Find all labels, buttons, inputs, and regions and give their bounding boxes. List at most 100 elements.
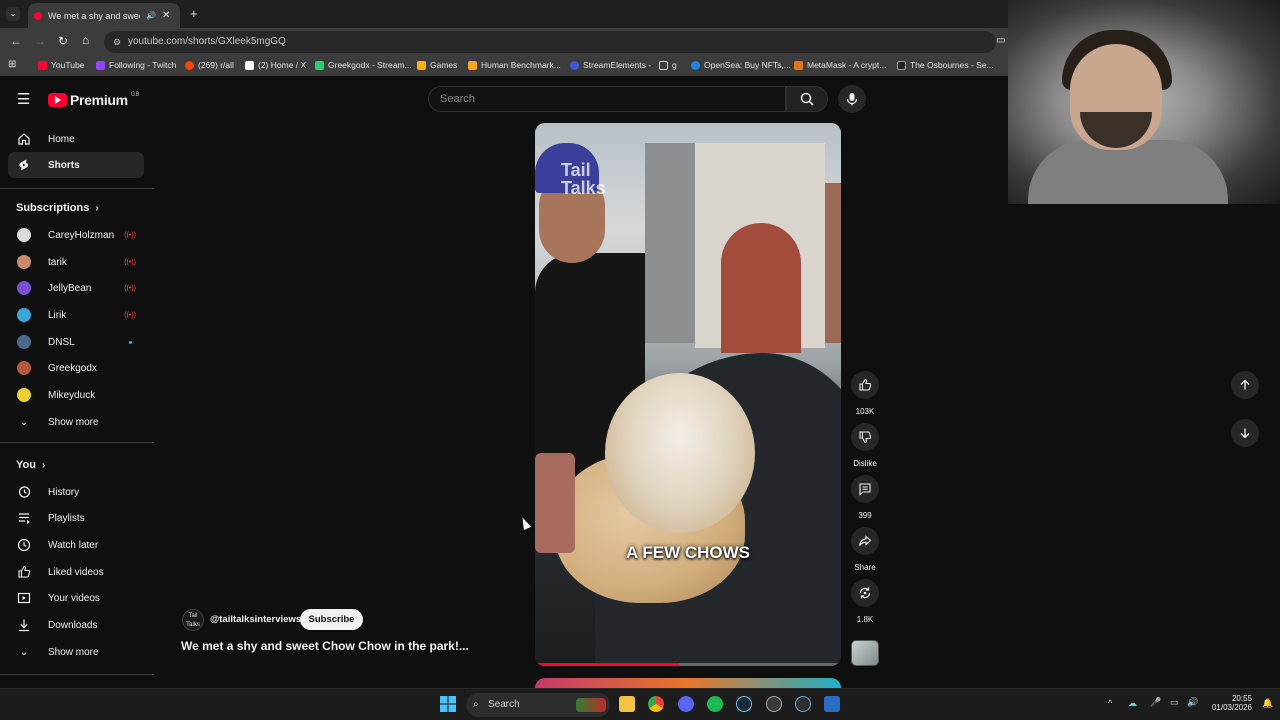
back-icon[interactable]: ← [10,34,22,48]
comments-action: 399 [851,475,879,520]
show-more-subscriptions[interactable]: ⌄ Show more [8,409,144,435]
discord-icon[interactable] [678,696,694,712]
video-title[interactable]: We met a shy and sweet Chow Chow in the … [181,639,469,653]
taskbar-search[interactable]: ⌕ Search [466,693,610,717]
search-input[interactable]: Search [428,86,786,112]
avatar [17,308,31,322]
clock[interactable]: 20:55 01/03/2026 [1200,694,1252,712]
sidebar-item-jellybean[interactable]: JellyBean ((•)) [8,275,144,301]
channel-name[interactable]: @tailtalksinterviews [210,614,301,625]
progress-bar[interactable] [535,663,679,666]
sidebar-item-your-videos[interactable]: Your videos [8,585,144,611]
address-bar[interactable]: ⚙ youtube.com/shorts/GXleek5mgGQ [104,31,996,53]
dog-head [605,373,755,533]
short-video-player[interactable]: Tail Talks A FEW CHOWS [535,123,841,666]
forward-icon[interactable]: → [34,34,46,48]
like-button[interactable] [851,371,879,399]
sidebar-item-downloads[interactable]: Downloads [8,612,144,638]
sidebar-item-history[interactable]: History [8,479,144,505]
sidebar-item-playlists[interactable]: Playlists [8,505,144,531]
app-icon[interactable] [795,696,811,712]
apps-grid-icon[interactable]: ⊞ [8,59,16,70]
bookmark-streamelements[interactable]: Greekgodx - Stream... [315,60,412,70]
dislike-button[interactable] [851,423,879,451]
x-icon [245,60,254,70]
sidebar-item-label: JellyBean [48,282,92,294]
sound-thumbnail[interactable] [851,640,879,666]
remix-button[interactable] [851,579,879,607]
remix-action: 1.8K [851,579,879,624]
cloud-icon[interactable]: ☁ [1128,698,1137,709]
sidebar-item-shorts[interactable]: Shorts [8,152,144,178]
subscribe-button[interactable]: Subscribe [300,609,363,630]
bookmark-osbournes[interactable]: The Osbournes - Se... [897,60,994,70]
previous-short-button[interactable] [1231,371,1259,399]
notification-bell-icon[interactable]: 🔔 [1262,698,1273,709]
sidebar-item-lirik[interactable]: Lirik ((•)) [8,302,144,328]
sidebar-item-watch-later[interactable]: Watch later [8,532,144,558]
tab-list-button[interactable]: ⌄ [6,7,20,21]
next-short-button[interactable] [1231,419,1259,447]
site-info-icon[interactable]: ⚙ [113,31,121,53]
bookmark-reddit[interactable]: (269) r/all [185,60,234,70]
thumbs-up-icon [859,378,872,391]
bookmark-streamelements-2[interactable]: StreamElements - [570,60,651,70]
bookmark-games[interactable]: Games [417,60,457,70]
show-more-you[interactable]: ⌄ Show more [8,639,144,665]
youtube-header: ☰ Premium GB Search [0,76,1008,122]
chevron-up-icon[interactable]: ^ [1108,698,1112,708]
youtube-premium-logo[interactable]: Premium GB [48,92,139,108]
microphone-icon[interactable]: 🎤 [1150,697,1161,708]
channel-avatar[interactable]: Tail Talks [182,609,204,631]
close-tab-icon[interactable]: ✕ [162,10,170,21]
youtube-icon [38,60,47,70]
reload-icon[interactable]: ↻ [58,34,68,48]
bookmark-x[interactable]: (2) Home / X [245,60,306,70]
share-button[interactable] [851,527,879,555]
speaker-icon[interactable]: 🔊 [1187,697,1198,708]
voice-search-button[interactable] [838,85,866,113]
windows-taskbar: ⌕ Search ^ ☁ 🎤 ▭ 🔊 20:55 01/03/2026 🔔 [0,688,1280,720]
live-icon: ((•)) [124,231,136,239]
new-tab-button[interactable]: + [190,6,198,21]
speaker-icon: 🔊 [146,11,156,20]
sidebar-item-label: Your videos [48,592,100,604]
sidebar-item-careyholzman[interactable]: CareyHolzman ((•)) [8,222,144,248]
you-heading[interactable]: You › [16,459,45,471]
chrome-icon[interactable] [648,696,664,712]
comments-button[interactable] [851,475,879,503]
windows-start-icon[interactable] [440,696,456,712]
bookmark-metamask[interactable]: MetaMask - A crypt... [794,60,886,70]
monitor-icon[interactable]: ▭ [1170,697,1179,708]
thumbs-up-icon [17,565,31,579]
sidebar-item-home[interactable]: Home [8,126,144,152]
bookmark-label: StreamElements - [583,60,652,70]
clock-time: 20:55 [1231,694,1252,703]
search-button[interactable] [786,86,828,112]
sidebar-item-dnsl[interactable]: DNSL [8,329,144,355]
home-browser-icon[interactable]: ⌂ [82,33,89,47]
settings-icon[interactable] [766,696,782,712]
file-explorer-icon[interactable] [619,696,635,712]
shield-icon[interactable] [824,696,840,712]
browser-tab-active[interactable]: We met a shy and sweet Ch 🔊 ✕ [28,3,180,28]
sidebar-item-tarik[interactable]: tarik ((•)) [8,249,144,275]
bookmark-folder-g[interactable]: g [659,60,677,70]
sidebar-item-liked-videos[interactable]: Liked videos [8,559,144,585]
sidebar-item-label: Lirik [48,309,67,321]
sidebar-item-mikeyduck[interactable]: Mikeyduck [8,382,144,408]
cast-icon[interactable]: ▭ [996,35,1005,46]
next-short-preview[interactable] [535,678,841,688]
bookmark-twitch[interactable]: Following - Twitch [96,60,176,70]
bookmark-opensea[interactable]: OpenSea: Buy NFTs,... [691,60,791,70]
steam-icon[interactable] [736,696,752,712]
spotify-icon[interactable] [707,696,723,712]
menu-icon[interactable]: ☰ [17,90,30,108]
comment-count: 399 [858,511,872,520]
bookmark-human-benchmark[interactable]: Human Benchmark... [468,60,561,70]
sidebar-item-label: Playlists [48,512,85,524]
sidebar-item-greekgodx[interactable]: Greekgodx [8,355,144,381]
bookmark-youtube[interactable]: YouTube [38,60,84,70]
subscriptions-heading[interactable]: Subscriptions › [16,202,99,214]
twitch-icon [96,60,105,70]
